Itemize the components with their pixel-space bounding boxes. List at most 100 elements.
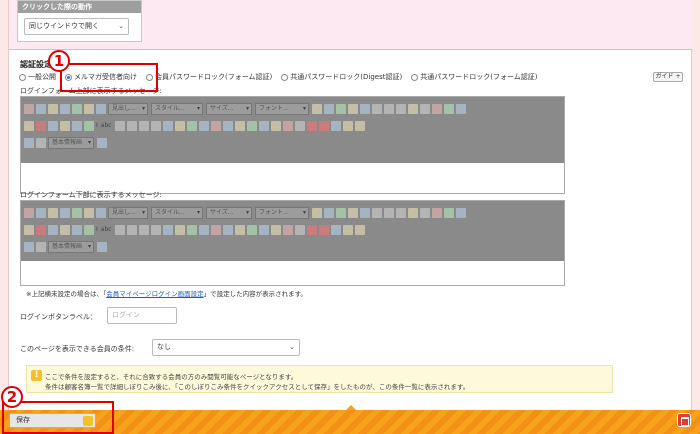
- copy-icon[interactable]: [324, 103, 334, 114]
- cut-icon[interactable]: [336, 103, 346, 114]
- align-left-icon[interactable]: [114, 120, 125, 131]
- replace-icon[interactable]: [360, 207, 370, 218]
- copy-icon[interactable]: [324, 207, 334, 218]
- scrollbar[interactable]: [692, 0, 700, 410]
- italic-icon[interactable]: I: [96, 226, 98, 233]
- link-icon[interactable]: [432, 103, 442, 114]
- textarea-icon[interactable]: [258, 120, 269, 131]
- map-pin-icon[interactable]: [306, 224, 317, 235]
- select-all-icon[interactable]: [84, 120, 94, 131]
- indent-icon[interactable]: [408, 103, 418, 114]
- guide-button[interactable]: ガイド +: [653, 72, 683, 82]
- quote-icon[interactable]: [420, 207, 430, 218]
- trash-icon[interactable]: [677, 413, 691, 427]
- align-justify-icon[interactable]: [150, 224, 161, 235]
- page-icon[interactable]: [60, 120, 70, 131]
- maximize-icon[interactable]: [330, 120, 341, 131]
- outdent-icon[interactable]: [396, 207, 406, 218]
- radio-common-form[interactable]: 共通パスワードロック(フォーム認証): [411, 72, 537, 82]
- mypage-login-settings-link[interactable]: 会員マイページログイン画面設定: [106, 290, 203, 298]
- redo-arrow-icon[interactable]: [354, 120, 365, 131]
- list-ordered-icon[interactable]: [372, 103, 382, 114]
- template-icon[interactable]: [84, 207, 94, 218]
- maximize-icon[interactable]: [330, 224, 341, 235]
- unlink-icon[interactable]: [444, 103, 454, 114]
- member-condition-select[interactable]: なし ⌄: [152, 339, 300, 356]
- select-all-icon[interactable]: [84, 224, 94, 235]
- find-icon[interactable]: [348, 207, 358, 218]
- textarea-icon[interactable]: [258, 224, 269, 235]
- strike-icon[interactable]: abc: [101, 122, 112, 129]
- editor-bottom-body[interactable]: [21, 261, 564, 285]
- preview-icon[interactable]: [24, 137, 34, 148]
- style-combo[interactable]: スタイル... ▾: [151, 102, 203, 115]
- flash-icon[interactable]: [96, 207, 106, 218]
- font-combo[interactable]: フォント... ▾: [255, 206, 309, 219]
- special-char-icon[interactable]: [186, 224, 197, 235]
- youtube-icon[interactable]: [318, 120, 329, 131]
- replace-icon[interactable]: [360, 103, 370, 114]
- outdent-icon[interactable]: [396, 103, 406, 114]
- quote-icon[interactable]: [420, 103, 430, 114]
- help-icon[interactable]: [97, 137, 107, 148]
- table-icon[interactable]: [72, 207, 82, 218]
- image-icon[interactable]: [60, 207, 70, 218]
- editor-top-body[interactable]: [21, 163, 564, 193]
- strike-icon[interactable]: abc: [101, 226, 112, 233]
- iframe-icon[interactable]: [198, 120, 209, 131]
- radio-member-form[interactable]: 会員パスワードロック(フォーム認証): [146, 72, 272, 82]
- size-combo[interactable]: サイズ... ▾: [206, 102, 252, 115]
- youtube-icon[interactable]: [318, 224, 329, 235]
- undo-icon[interactable]: [24, 120, 34, 131]
- page-icon[interactable]: [60, 224, 70, 235]
- indent-icon[interactable]: [408, 207, 418, 218]
- bold-icon[interactable]: [36, 207, 46, 218]
- paint-icon[interactable]: [48, 103, 58, 114]
- preview-icon[interactable]: [24, 241, 34, 252]
- hidden-field-icon[interactable]: [294, 224, 305, 235]
- paste-icon[interactable]: [312, 103, 322, 114]
- align-center-icon[interactable]: [126, 120, 137, 131]
- flash-icon[interactable]: [96, 103, 106, 114]
- select-icon[interactable]: [270, 120, 281, 131]
- click-action-select[interactable]: 同じウインドウで開く ⌄: [24, 18, 129, 35]
- hidden-field-icon[interactable]: [294, 120, 305, 131]
- radio-common-digest[interactable]: 共通パスワードロック(Digest認証): [281, 72, 402, 82]
- anchor-icon[interactable]: [456, 207, 466, 218]
- align-justify-icon[interactable]: [150, 120, 161, 131]
- redo-arrow-icon[interactable]: [354, 224, 365, 235]
- size-combo[interactable]: サイズ... ▾: [206, 206, 252, 219]
- list-bullet-icon[interactable]: [384, 103, 394, 114]
- paste-icon[interactable]: [312, 207, 322, 218]
- iframe-icon[interactable]: [198, 224, 209, 235]
- format-combo[interactable]: 見出し... ▾: [108, 102, 148, 115]
- template-icon[interactable]: [84, 103, 94, 114]
- block-icon[interactable]: [36, 241, 46, 252]
- map-pin-icon[interactable]: [306, 120, 317, 131]
- list-bullet-icon[interactable]: [384, 207, 394, 218]
- radio-icon[interactable]: [234, 120, 245, 131]
- table-icon[interactable]: [72, 103, 82, 114]
- radio-icon[interactable]: [234, 224, 245, 235]
- undo-arrow-icon[interactable]: [342, 120, 353, 131]
- checkbox-icon[interactable]: [222, 224, 233, 235]
- font-combo[interactable]: フォント... ▾: [255, 102, 309, 115]
- unlink-icon[interactable]: [444, 207, 454, 218]
- list-ordered-icon[interactable]: [372, 207, 382, 218]
- anchor-icon[interactable]: [456, 103, 466, 114]
- underline-icon[interactable]: [48, 224, 58, 235]
- underline-icon[interactable]: [48, 120, 58, 131]
- align-right-icon[interactable]: [138, 120, 149, 131]
- style-combo[interactable]: スタイル... ▾: [151, 206, 203, 219]
- doc-icon[interactable]: [72, 224, 82, 235]
- special-char-icon[interactable]: [186, 120, 197, 131]
- info-combo[interactable]: 基本情報画 ▾: [48, 240, 94, 253]
- format-combo[interactable]: 見出し... ▾: [108, 206, 148, 219]
- bold-icon[interactable]: [36, 103, 46, 114]
- select-icon[interactable]: [270, 224, 281, 235]
- login-button-input[interactable]: ログイン: [107, 307, 177, 324]
- image-icon[interactable]: [60, 103, 70, 114]
- smiley-icon[interactable]: [174, 224, 185, 235]
- italic-icon[interactable]: I: [96, 122, 98, 129]
- remove-format-icon[interactable]: [36, 120, 46, 131]
